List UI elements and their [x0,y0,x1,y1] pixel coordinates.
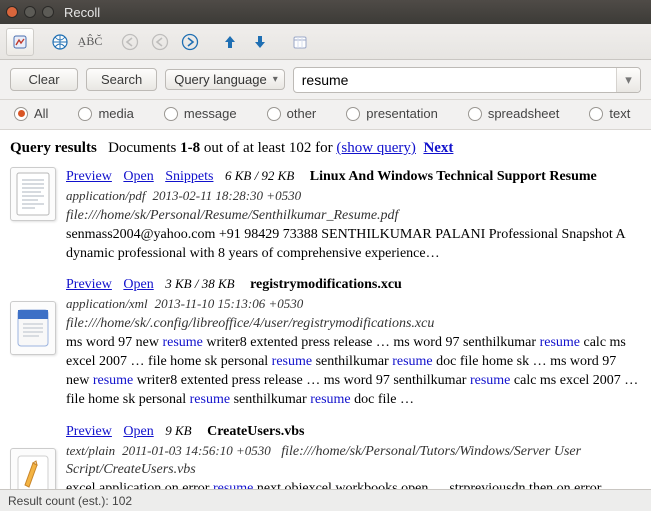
status-bar: Result count (est.): 102 [0,489,651,511]
result-item: Preview Open 3 KB / 38 KB registrymodifi… [10,275,641,409]
search-button[interactable]: Search [86,68,157,91]
result-title: Linux And Windows Technical Support Resu… [310,169,597,184]
result-mime: application/pdf [66,188,145,203]
preview-link[interactable]: Preview [66,169,112,184]
arrow-up-icon[interactable] [216,28,244,56]
result-title: registrymodifications.xcu [250,277,402,292]
script-icon [10,448,56,489]
category-presentation[interactable]: presentation [346,106,438,121]
window-close-button[interactable] [6,6,18,18]
calendar-icon[interactable] [286,28,314,56]
chevron-down-icon: ▾ [625,72,632,88]
window-title: Recoll [64,5,100,20]
radio-icon [164,107,178,121]
radio-icon [14,107,28,121]
result-snippet: ms word 97 new resume writer8 extented p… [66,335,638,407]
category-message[interactable]: message [164,106,237,121]
search-box: ▾ [293,67,641,93]
results-pane[interactable]: Query results Documents 1-8 out of at le… [0,130,651,489]
window-maximize-button[interactable] [42,6,54,18]
search-row: Clear Search Query language ▾ ▾ [0,60,651,100]
result-snippet: excel application on error resume next o… [66,481,638,489]
result-item: Preview Open Snippets 6 KB / 92 KB Linux… [10,167,641,263]
search-input[interactable] [294,68,616,92]
result-size: 9 KB [165,423,191,438]
tools-icon[interactable] [6,28,34,56]
window-titlebar: Recoll [0,0,651,24]
category-spreadsheet[interactable]: spreadsheet [468,106,560,121]
radio-icon [468,107,482,121]
result-snippet: senmass2004@yahoo.com +91 98429 73388 SE… [66,227,625,261]
preview-link[interactable]: Preview [66,277,112,292]
result-size: 3 KB / 38 KB [165,276,234,291]
result-mime: application/xml [66,296,148,311]
show-query-link[interactable]: (show query) [336,140,416,156]
nav-back2-icon[interactable] [146,28,174,56]
open-link[interactable]: Open [123,277,153,292]
open-link[interactable]: Open [123,169,153,184]
radio-icon [78,107,92,121]
globe-icon[interactable] [46,28,74,56]
query-mode-label: Query language [174,72,267,87]
result-path: file:///home/sk/Personal/Resume/Senthilk… [66,208,398,223]
arrow-down-icon[interactable] [246,28,274,56]
spellcheck-icon[interactable]: A̱B̂C̆ [76,28,104,56]
category-row: All media message other presentation spr… [0,100,651,130]
window-minimize-button[interactable] [24,6,36,18]
snippets-link[interactable]: Snippets [165,169,213,184]
result-title: CreateUsers.vbs [207,424,304,439]
category-text[interactable]: text [589,106,630,121]
nav-back-icon[interactable] [116,28,144,56]
result-date: 2013-02-11 18:28:30 +0530 [152,188,301,203]
result-path: file:///home/sk/.config/libreoffice/4/us… [66,316,434,331]
category-other[interactable]: other [267,106,317,121]
clear-button[interactable]: Clear [10,68,78,91]
radio-icon [589,107,603,121]
doc-icon [10,167,56,221]
query-header: Query results Documents 1-8 out of at le… [10,140,641,157]
next-page-link[interactable]: Next [423,140,453,156]
result-item: Preview Open 9 KB CreateUsers.vbs text/p… [10,422,641,489]
category-media[interactable]: media [78,106,133,121]
radio-icon [267,107,281,121]
nav-forward-icon[interactable] [176,28,204,56]
result-date: 2011-01-03 14:56:10 +0530 [122,443,271,458]
search-history-button[interactable]: ▾ [616,68,640,92]
radio-icon [346,107,360,121]
result-size: 6 KB / 92 KB [225,168,294,183]
open-link[interactable]: Open [123,424,153,439]
preview-link[interactable]: Preview [66,424,112,439]
query-mode-select[interactable]: Query language ▾ [165,69,285,90]
main-toolbar: A̱B̂C̆ [0,24,651,60]
result-mime: text/plain [66,443,115,458]
xml-icon [10,301,56,355]
chevron-down-icon: ▾ [273,74,278,85]
result-date: 2013-11-10 15:13:06 +0530 [155,296,304,311]
status-text: Result count (est.): 102 [8,494,132,508]
category-all[interactable]: All [14,106,48,121]
